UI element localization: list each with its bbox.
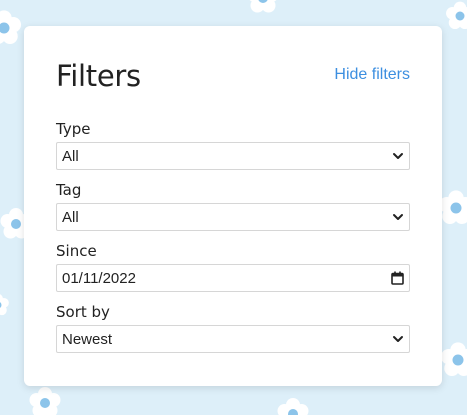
background-flower <box>247 0 279 13</box>
sort-label: Sort by <box>56 303 110 321</box>
since-date-input[interactable]: 01/11/2022 <box>56 264 410 292</box>
sort-filter: Sort by Newest <box>56 303 410 353</box>
background-flower <box>440 342 467 376</box>
tag-label: Tag <box>56 181 82 199</box>
background-flower <box>446 1 467 30</box>
hide-filters-link[interactable]: Hide filters <box>334 65 410 85</box>
filters-header: Filters Hide filters <box>56 56 410 96</box>
background-flower <box>277 398 309 415</box>
type-filter: Type All <box>56 120 410 170</box>
filters-panel: Filters Hide filters Type All Tag All Si… <box>24 26 442 386</box>
background-flower <box>29 387 61 415</box>
type-select[interactable]: All <box>56 142 410 170</box>
tag-filter: Tag All <box>56 181 410 231</box>
background-flower <box>0 10 22 44</box>
tag-select[interactable]: All <box>56 203 410 231</box>
filters-title: Filters <box>56 59 141 93</box>
tag-select-value: All <box>62 209 79 226</box>
chevron-down-icon <box>393 153 403 159</box>
sort-select[interactable]: Newest <box>56 325 410 353</box>
since-filter: Since 01/11/2022 <box>56 242 410 292</box>
chevron-down-icon <box>393 214 403 220</box>
background-flower <box>0 293 9 316</box>
type-select-value: All <box>62 148 79 165</box>
background-flower <box>438 190 467 224</box>
type-label: Type <box>56 120 91 138</box>
since-label: Since <box>56 242 97 260</box>
sort-select-value: Newest <box>62 331 113 348</box>
calendar-icon[interactable] <box>391 271 404 285</box>
since-date-value: 01/11/2022 <box>62 270 136 287</box>
chevron-down-icon <box>393 336 403 342</box>
